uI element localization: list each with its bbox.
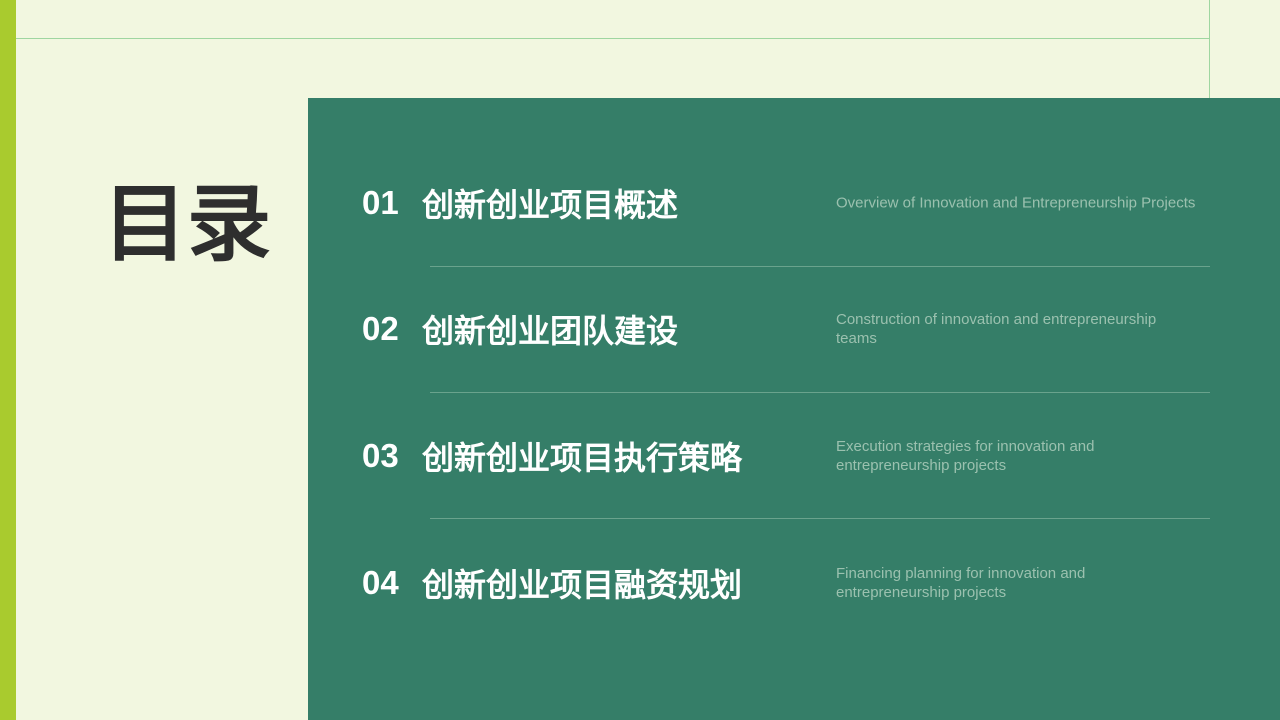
item-title: 创新创业团队建设 bbox=[422, 312, 679, 350]
contents-panel: 01 创新创业项目概述 Overview of Innovation and E… bbox=[308, 98, 1280, 720]
item-title: 创新创业项目概述 bbox=[422, 186, 679, 224]
accent-bar bbox=[0, 0, 16, 720]
item-subtitle: Execution strategies for innovation and … bbox=[836, 438, 1095, 474]
item-title: 创新创业项目融资规划 bbox=[422, 566, 743, 604]
item-title: 创新创业项目执行策略 bbox=[422, 439, 743, 477]
item-number: 03 bbox=[362, 437, 399, 474]
contents-item-4[interactable]: 04 创新创业项目融资规划 Financing planning for inn… bbox=[308, 495, 1280, 621]
item-number: 02 bbox=[362, 310, 399, 347]
item-subtitle: Overview of Innovation and Entrepreneurs… bbox=[836, 194, 1196, 212]
item-subtitle: Construction of innovation and entrepren… bbox=[836, 311, 1157, 347]
contents-item-3[interactable]: 03 创新创业项目执行策略 Execution strategies for i… bbox=[308, 368, 1280, 494]
item-number: 01 bbox=[362, 184, 399, 221]
right-divider-line bbox=[1209, 0, 1210, 98]
contents-item-2[interactable]: 02 创新创业团队建设 Construction of innovation a… bbox=[308, 241, 1280, 367]
item-number: 04 bbox=[362, 564, 399, 601]
page-title: 目录 bbox=[103, 175, 272, 273]
item-subtitle: Financing planning for innovation and en… bbox=[836, 565, 1086, 601]
slide: 目录 01 创新创业项目概述 Overview of Innovation an… bbox=[0, 0, 1280, 720]
contents-item-1[interactable]: 01 创新创业项目概述 Overview of Innovation and E… bbox=[308, 115, 1280, 241]
top-divider-line bbox=[16, 38, 1210, 39]
